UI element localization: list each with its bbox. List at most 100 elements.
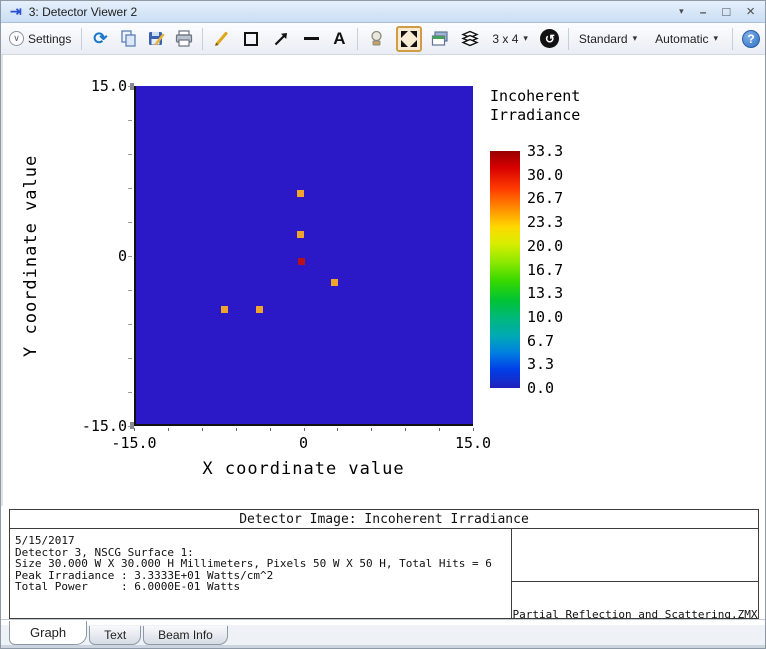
help-button[interactable]: ? <box>739 26 763 52</box>
colorbar-tick-label: 10.0 <box>527 308 563 326</box>
detector-info-line: 5/15/2017 <box>15 535 511 547</box>
help-icon: ? <box>747 32 754 46</box>
detector-hit <box>221 306 228 313</box>
detector-info-line: Size 30.000 W X 30.000 H Millimeters, Pi… <box>15 558 511 570</box>
print-button[interactable] <box>172 26 196 52</box>
separator <box>568 28 569 50</box>
detector-hit <box>331 279 338 286</box>
layers-icon <box>461 30 479 47</box>
annotate-rectangle-button[interactable] <box>239 26 263 52</box>
plot-scale-dropdown[interactable]: Standard ▾ <box>575 32 641 46</box>
text-icon: A <box>333 29 345 49</box>
chevron-down-icon: ▾ <box>714 33 719 44</box>
tab-label: Text <box>104 628 126 642</box>
tab-label: Graph <box>30 625 66 640</box>
settings-button[interactable]: Settings <box>28 32 71 46</box>
colorbar-title-line2: Irradiance <box>490 106 580 125</box>
colorbar-tick-label: 16.7 <box>527 261 563 279</box>
color-mode-dropdown[interactable]: Automatic ▾ <box>651 32 722 46</box>
footer-right-cell: Partial Reflection and Scattering.ZMX Co… <box>511 529 758 618</box>
axis-corner-tick <box>130 83 134 90</box>
save-button[interactable] <box>144 26 168 52</box>
tab-graph[interactable]: Graph <box>9 621 87 645</box>
y-minor-tick <box>128 290 132 291</box>
grid-size-dropdown[interactable]: 3 x 4 ▾ <box>488 32 532 46</box>
lamp-button[interactable] <box>364 26 388 52</box>
maximize-button[interactable]: □ <box>722 5 730 18</box>
colorbar-title-line1: Incoherent <box>490 87 580 106</box>
detector-plot-area: Y coordinate value X coordinate value In… <box>1 55 766 506</box>
separator <box>81 28 82 50</box>
x-axis-title: X coordinate value <box>134 459 473 479</box>
layers-button[interactable] <box>458 26 482 52</box>
x-minor-tick <box>405 428 406 431</box>
axis-corner-tick <box>130 422 134 429</box>
x-minor-tick <box>236 428 237 431</box>
annotate-pencil-button[interactable] <box>209 26 233 52</box>
separator <box>357 28 358 50</box>
x-tick-label: 0 <box>299 434 308 452</box>
detector-info-text: 5/15/2017Detector 3, NSCG Surface 1:Size… <box>10 529 511 618</box>
window-title: 3: Detector Viewer 2 <box>29 5 679 19</box>
window-menu-icon[interactable]: ▾ <box>679 7 684 16</box>
toolbar: ∨ Settings ⟳ <box>1 23 766 55</box>
y-minor-tick <box>128 120 132 121</box>
x-minor-tick <box>473 428 474 431</box>
separator <box>202 28 203 50</box>
x-minor-tick <box>439 428 440 431</box>
save-icon <box>148 30 165 47</box>
refresh-icon: ⟳ <box>93 29 107 49</box>
colorbar-tick-label: 3.3 <box>527 355 554 373</box>
app-icon: ⇥ <box>10 3 22 20</box>
pencil-icon <box>213 31 229 47</box>
titlebar: ⇥ 3: Detector Viewer 2 ▾ – □ × <box>1 1 766 23</box>
y-tick-label: 0 <box>63 247 127 265</box>
settings-chevron-icon[interactable]: ∨ <box>9 31 24 46</box>
colorbar-tick-label: 20.0 <box>527 237 563 255</box>
x-minor-tick <box>168 428 169 431</box>
tab-label: Beam Info <box>158 628 213 642</box>
colorbar-tick-label: 6.7 <box>527 332 554 350</box>
lamp-icon <box>369 30 384 47</box>
tab-beam-info[interactable]: Beam Info <box>143 626 228 645</box>
tab-bar: Graph Text Beam Info <box>1 619 766 645</box>
annotate-text-button[interactable]: A <box>327 26 351 52</box>
x-minor-tick <box>337 428 338 431</box>
detector-image-plot[interactable] <box>134 86 473 426</box>
close-button[interactable]: × <box>746 4 755 19</box>
fit-window-icon <box>400 30 418 48</box>
y-minor-tick <box>128 324 132 325</box>
annotate-arrow-button[interactable] <box>269 26 293 52</box>
rotate-button[interactable]: ↺ <box>538 26 562 52</box>
y-minor-tick <box>128 154 132 155</box>
print-icon <box>175 30 193 47</box>
detector-viewer-window: ⇥ 3: Detector Viewer 2 ▾ – □ × ∨ Setting… <box>0 0 766 649</box>
annotate-line-button[interactable] <box>299 26 323 52</box>
line-icon <box>304 37 319 40</box>
tab-text[interactable]: Text <box>89 626 141 645</box>
colorbar-tick-label: 30.0 <box>527 166 563 184</box>
footer-header: Detector Image: Incoherent Irradiance <box>9 509 759 529</box>
x-minor-tick <box>304 428 305 431</box>
chevron-down-icon: ▾ <box>523 33 528 44</box>
x-minor-tick <box>134 428 135 431</box>
detector-hit <box>256 306 263 313</box>
y-minor-tick <box>128 256 132 257</box>
x-minor-tick <box>202 428 203 431</box>
colorbar-tick-label: 23.3 <box>527 213 563 231</box>
refresh-button[interactable]: ⟳ <box>88 26 112 52</box>
minimize-button[interactable]: – <box>700 6 707 18</box>
detector-background <box>136 86 473 424</box>
cascade-windows-button[interactable] <box>428 26 452 52</box>
detector-hit <box>297 190 304 197</box>
y-minor-tick <box>128 222 132 223</box>
chevron-down-icon: ▾ <box>633 33 638 44</box>
y-tick-label: -15.0 <box>63 417 127 435</box>
arrow-icon <box>273 31 289 47</box>
colorbar-tick-label: 0.0 <box>527 379 554 397</box>
copy-button[interactable] <box>116 26 140 52</box>
rectangle-icon <box>244 32 258 46</box>
fit-window-button[interactable] <box>396 26 422 52</box>
y-minor-tick <box>128 392 132 393</box>
x-tick-label: 15.0 <box>455 434 491 452</box>
